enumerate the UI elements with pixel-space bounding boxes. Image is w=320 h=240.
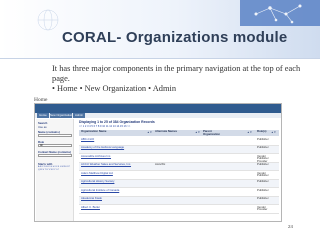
- organization-name-link[interactable]: ABC-CLIO: [81, 137, 94, 141]
- pagination-links[interactable]: << 1 2 3 4 5 6 7 8 9 10 11 12 13 14 15 1…: [79, 125, 130, 128]
- table-row: [79, 137, 279, 146]
- nav-tab-new-organization[interactable]: New Organization: [50, 113, 72, 118]
- organization-name-link[interactable]: Agricultural Institute of Canada: [81, 188, 119, 192]
- organization-name-link[interactable]: Akademiai Kiado: [81, 197, 102, 200]
- organization-name-link[interactable]: Accessible Archives Inc.: [81, 154, 111, 158]
- organization-name-link[interactable]: Academy of the Hebrew Language: [81, 146, 124, 149]
- slide-title: CORAL- Organizations module: [62, 29, 288, 46]
- cell-roles: Publisher: [257, 196, 269, 201]
- nav-tab-home[interactable]: Home: [37, 113, 49, 118]
- alphabet-links[interactable]: A B C D E F G H I J K L M N O P Q R S T …: [38, 166, 72, 172]
- organization-name-link[interactable]: Agricultural History Society: [81, 180, 114, 183]
- organizations-screenshot: Home New Organization Admin Search Use a…: [34, 103, 282, 222]
- use-as-label: Use as: [38, 125, 47, 129]
- name-search-input[interactable]: [38, 134, 72, 137]
- header-divider: [0, 58, 320, 59]
- organization-name-link[interactable]: Adam Matthew Digital Ltd: [81, 171, 113, 175]
- table-row: [79, 205, 279, 214]
- sort-arrow-icon[interactable]: ▲▼: [147, 131, 152, 134]
- cell-roles: Publisher: [257, 145, 269, 150]
- contact-search-input[interactable]: [38, 154, 72, 157]
- navigation-bullets: • Home • New Organization • Admin: [52, 84, 177, 93]
- nav-tab-admin[interactable]: Admin: [73, 113, 85, 118]
- organization-name-link[interactable]: Albert C. Butler: [81, 205, 100, 209]
- app-header-bar: [35, 104, 281, 113]
- cell-alternate-name: AccuWx: [155, 162, 166, 167]
- cell-roles: Vendor Provider: [257, 204, 268, 212]
- column-alternate-names[interactable]: Alternate Names: [155, 130, 177, 133]
- sort-arrow-icon[interactable]: ▲▼: [195, 131, 200, 134]
- column-roles[interactable]: Role(s): [257, 130, 266, 133]
- table-row: [79, 196, 279, 205]
- column-parent-organization[interactable]: Parent Organization: [203, 130, 225, 136]
- cell-roles: Publisher: [257, 187, 269, 192]
- cell-roles: Publisher: [257, 179, 269, 184]
- column-organization-name[interactable]: Organization Name: [81, 130, 107, 133]
- cell-roles: Publisher: [257, 162, 269, 167]
- sort-arrow-icon[interactable]: ▲▼: [271, 131, 276, 134]
- search-sidebar: Search Use as Name (contains) Role All C…: [36, 119, 74, 221]
- organization-name-link[interactable]: ACCU Weather Sales and Services, Inc.: [81, 163, 131, 166]
- role-select[interactable]: All: [38, 144, 72, 147]
- sort-arrow-icon[interactable]: ▲▼: [247, 131, 252, 134]
- results-heading: Displaying 1 to 25 of 384 Organization R…: [79, 120, 155, 124]
- cell-roles: Vendor Publisher: [257, 170, 269, 178]
- description-text: It has three major components in the pri…: [52, 64, 301, 83]
- cell-roles: Publisher: [257, 136, 269, 141]
- page-number: 24: [288, 224, 294, 229]
